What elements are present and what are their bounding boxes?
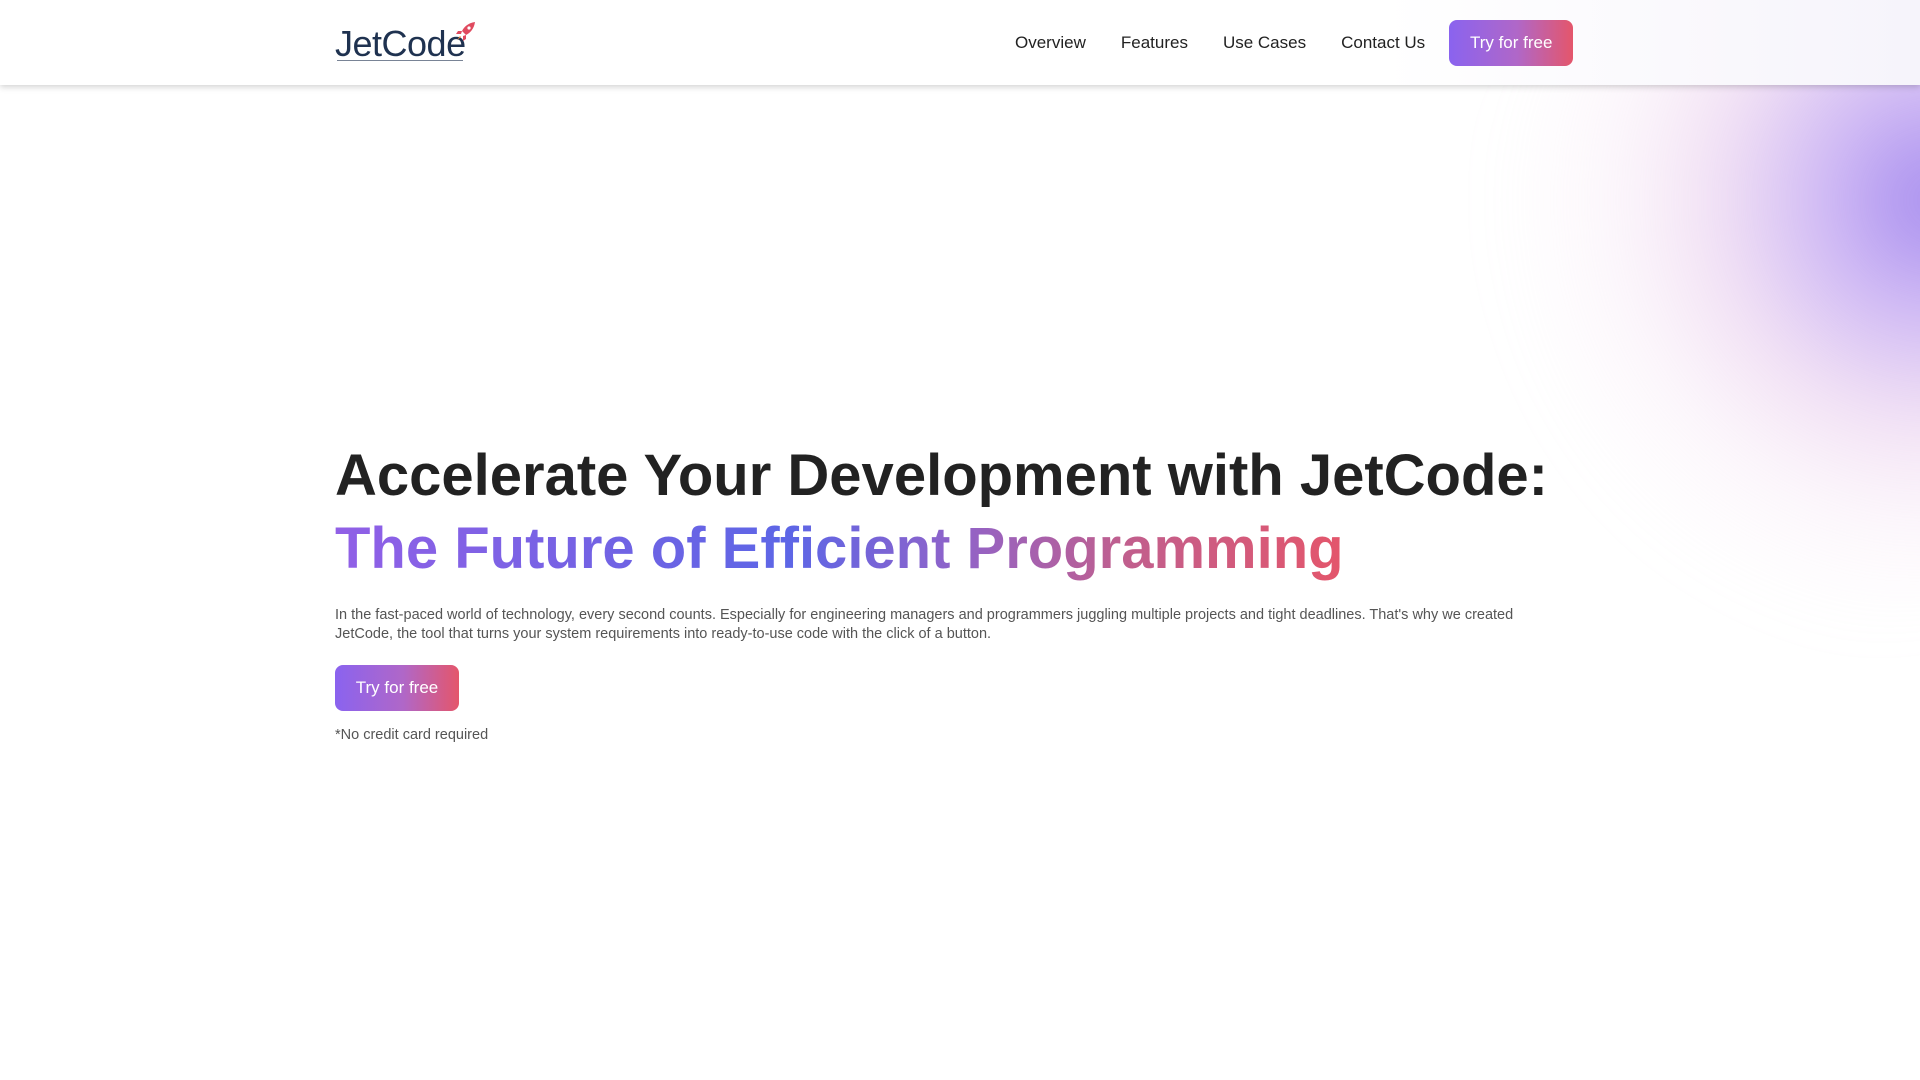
hero-title: Accelerate Your Development with JetCode… <box>335 443 1548 508</box>
logo-text: JetCode <box>335 23 466 64</box>
nav-link-use-cases[interactable]: Use Cases <box>1223 33 1306 53</box>
hero-section: Accelerate Your Development with JetCode… <box>335 440 1595 743</box>
nav-link-contact-us[interactable]: Contact Us <box>1341 33 1425 53</box>
main-nav: Overview Features Use Cases Contact Us T… <box>1015 20 1574 66</box>
nav-link-features[interactable]: Features <box>1121 33 1188 53</box>
hero-try-for-free-button[interactable]: Try for free <box>335 665 459 711</box>
rocket-icon <box>456 22 475 41</box>
logo-underline <box>337 60 463 61</box>
no-credit-card-note: *No credit card required <box>335 727 489 743</box>
nav-link-overview[interactable]: Overview <box>1015 33 1086 53</box>
top-navbar: JetCode Overview Features Use Cases Cont… <box>0 0 1920 85</box>
landing-page: JetCode Overview Features Use Cases Cont… <box>0 0 1920 1080</box>
jetcode-logo[interactable]: JetCode <box>335 18 475 64</box>
hero-subtitle: The Future of Efficient Programming <box>335 512 1344 586</box>
header-try-for-free-button[interactable]: Try for free <box>1449 20 1574 66</box>
hero-description: In the fast-paced world of technology, e… <box>335 607 1514 642</box>
